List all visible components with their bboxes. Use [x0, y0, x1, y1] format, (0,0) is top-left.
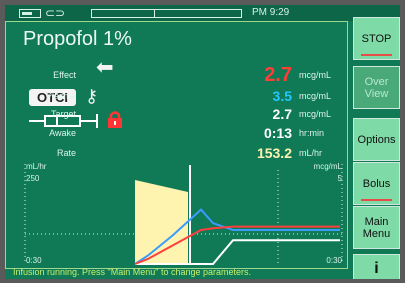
key-icon: ⚷: [85, 86, 99, 107]
time-marker-right: 0:30: [326, 256, 342, 265]
drug-name: Propofol 1%: [23, 28, 132, 50]
overview-button[interactable]: Over View: [353, 66, 400, 109]
reading-label: Effect: [53, 70, 76, 80]
device-bezel: ⊂⊃ PM 9:29 Propofol 1% ⬅ OTCI ⚷ Effect 2.…: [0, 0, 405, 283]
chart-svg: [24, 164, 343, 265]
reading-value: 2.7: [272, 106, 292, 122]
plug-icon: ⊂⊃: [45, 6, 66, 20]
infusion-progress-bar: [91, 9, 242, 18]
reading-value: 0:13: [263, 125, 292, 141]
reading-unit: mcg/mL: [299, 91, 332, 101]
clock-time: PM 9:29: [252, 7, 290, 18]
bolus-button[interactable]: Bolus: [353, 162, 400, 205]
reading-unit: mcg/mL: [299, 70, 332, 80]
reading-label: Plasma: [45, 91, 76, 101]
reading-unit: mcg/mL: [299, 109, 332, 119]
time-marker-left: 0:30: [26, 256, 42, 265]
reading-unit: hr:min: [299, 128, 325, 138]
battery-icon: [19, 9, 41, 18]
infusion-chart: mL/hr 250 mcg/mL 5 0:30 0:30: [23, 160, 345, 267]
left-axis-top: 250: [26, 174, 40, 183]
reading-label: Target: [50, 109, 76, 119]
info-button[interactable]: i: [353, 254, 400, 279]
lock-icon: [106, 109, 124, 129]
progress-fill: [92, 10, 155, 17]
reading-value: 3.5: [272, 88, 292, 104]
right-axis-top: 5: [337, 174, 342, 183]
reading-label: Awake: [49, 128, 76, 138]
device-screen: ⊂⊃ PM 9:29 Propofol 1% ⬅ OTCI ⚷ Effect 2.…: [5, 5, 400, 279]
main-menu-button[interactable]: Main Menu: [353, 206, 400, 249]
status-message: Infusion running. Press "Main Menu" to c…: [13, 267, 252, 277]
right-axis-label: mcg/mL: [313, 162, 342, 171]
status-bar: ⊂⊃ PM 9:29: [5, 5, 400, 21]
stop-button[interactable]: STOP: [353, 17, 400, 60]
options-button[interactable]: Options: [353, 118, 400, 161]
left-axis-label: mL/hr: [26, 162, 47, 171]
left-arrow-icon: ⬅: [96, 55, 114, 79]
reading-value: 2.7: [264, 64, 292, 86]
